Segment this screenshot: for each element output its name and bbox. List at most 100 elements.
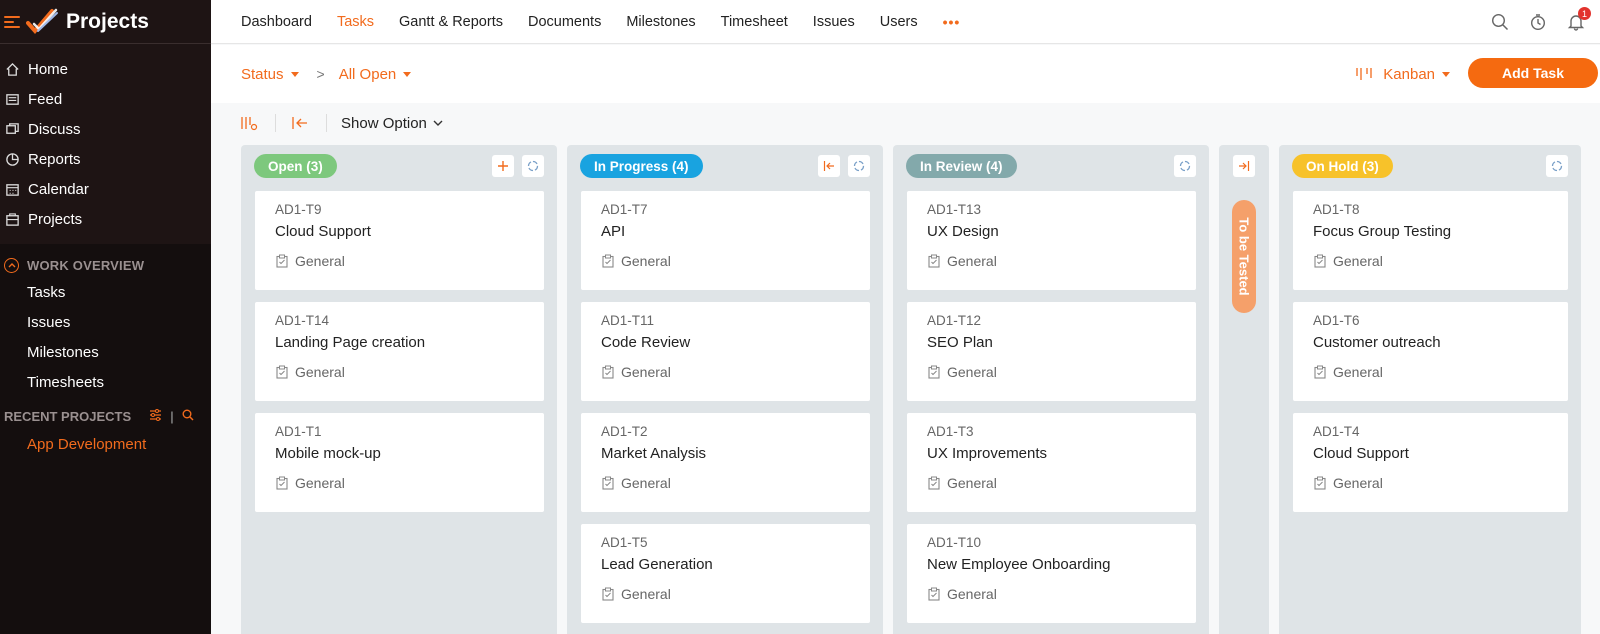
- task-card[interactable]: AD1-T14 Landing Page creation General: [255, 302, 544, 401]
- card-list: AD1-T9 Cloud Support General AD1-T14 Lan…: [241, 187, 557, 512]
- column-title-pill[interactable]: On Hold (3): [1292, 154, 1393, 178]
- tab-dashboard[interactable]: Dashboard: [241, 14, 312, 30]
- clipboard-icon: [275, 254, 289, 268]
- card-list: AD1-T8 Focus Group Testing General AD1-T…: [1279, 187, 1581, 512]
- tab-timesheet[interactable]: Timesheet: [721, 14, 788, 30]
- recent-tools: |: [149, 408, 194, 424]
- task-name[interactable]: Focus Group Testing: [1313, 223, 1548, 240]
- tab-documents[interactable]: Documents: [528, 14, 601, 30]
- collapse-column-icon[interactable]: [818, 155, 840, 177]
- task-tag-label: General: [1333, 253, 1383, 269]
- task-name[interactable]: Cloud Support: [275, 223, 524, 240]
- task-name[interactable]: Lead Generation: [601, 556, 850, 573]
- task-card[interactable]: AD1-T1 Mobile mock-up General: [255, 413, 544, 512]
- sidebar-item-milestones[interactable]: Milestones: [0, 337, 211, 367]
- task-name[interactable]: API: [601, 223, 850, 240]
- timer-icon[interactable]: [1528, 12, 1548, 32]
- task-name[interactable]: UX Design: [927, 223, 1176, 240]
- kanban-column-to-be-tested[interactable]: To be Tested: [1219, 145, 1269, 634]
- task-name[interactable]: SEO Plan: [927, 334, 1176, 351]
- board-toolbar: Show Option: [211, 103, 1600, 143]
- task-card[interactable]: AD1-T7 API General: [581, 191, 870, 290]
- sidebar-item-tasks[interactable]: Tasks: [0, 277, 211, 307]
- sidebar-item-reports[interactable]: Reports: [0, 144, 211, 174]
- task-id: AD1-T13: [927, 202, 982, 217]
- expand-column-icon[interactable]: [1233, 155, 1255, 177]
- column-settings-icon[interactable]: [239, 113, 259, 133]
- task-card[interactable]: AD1-T10 New Employee Onboarding General: [907, 524, 1196, 623]
- search-icon[interactable]: [182, 409, 194, 424]
- refresh-icon[interactable]: [1546, 155, 1568, 177]
- task-card[interactable]: AD1-T2 Market Analysis General: [581, 413, 870, 512]
- sidebar-item-timesheets[interactable]: Timesheets: [0, 367, 211, 397]
- sidebar-item-calendar[interactable]: Calendar: [0, 174, 211, 204]
- tab-milestones[interactable]: Milestones: [626, 14, 695, 30]
- status-filter-dropdown[interactable]: Status: [241, 66, 299, 83]
- status-filter-label: Status: [241, 65, 284, 83]
- task-name[interactable]: New Employee Onboarding: [927, 556, 1176, 573]
- task-name[interactable]: Market Analysis: [601, 445, 850, 462]
- task-name[interactable]: Customer outreach: [1313, 334, 1548, 351]
- clipboard-icon: [1313, 365, 1327, 379]
- notification-bell-icon[interactable]: 1: [1566, 7, 1591, 32]
- refresh-icon[interactable]: [1174, 155, 1196, 177]
- filter-sliders-icon[interactable]: [149, 408, 162, 424]
- clipboard-icon: [601, 254, 615, 268]
- sidebar-item-issues[interactable]: Issues: [0, 307, 211, 337]
- search-icon[interactable]: [1490, 12, 1510, 32]
- kanban-board: Open (3) AD1-T9 Cloud Support General AD…: [241, 145, 1591, 634]
- recent-project-item[interactable]: App Development: [0, 429, 211, 459]
- task-name[interactable]: Landing Page creation: [275, 334, 524, 351]
- sidebar-item-projects[interactable]: Projects: [0, 204, 211, 234]
- show-option-dropdown[interactable]: Show Option: [341, 115, 443, 132]
- column-title-pill[interactable]: Open (3): [254, 154, 337, 178]
- home-icon: [4, 61, 20, 77]
- task-card[interactable]: AD1-T11 Code Review General: [581, 302, 870, 401]
- column-title-pill[interactable]: In Progress (4): [580, 154, 703, 178]
- task-name[interactable]: Code Review: [601, 334, 850, 351]
- task-card[interactable]: AD1-T6 Customer outreach General: [1293, 302, 1568, 401]
- task-tag: General: [1313, 364, 1548, 380]
- collapse-all-icon[interactable]: [290, 113, 310, 133]
- tab-gantt-reports[interactable]: Gantt & Reports: [399, 14, 503, 30]
- add-task-button[interactable]: Add Task: [1468, 58, 1598, 88]
- sidebar-item-home[interactable]: Home: [0, 54, 211, 84]
- more-tabs-button[interactable]: •••: [943, 14, 961, 30]
- discuss-icon: [4, 121, 20, 137]
- sidebar-item-feed[interactable]: Feed: [0, 84, 211, 114]
- column-actions: [1174, 155, 1196, 177]
- column-title-pill[interactable]: In Review (4): [906, 154, 1017, 178]
- feed-icon: [4, 91, 20, 107]
- task-card[interactable]: AD1-T12 SEO Plan General: [907, 302, 1196, 401]
- card-list: AD1-T13 UX Design General AD1-T12 SEO Pl…: [893, 187, 1209, 623]
- view-mode-label: Kanban: [1383, 65, 1435, 83]
- tab-tasks[interactable]: Tasks: [337, 14, 374, 30]
- task-name[interactable]: Mobile mock-up: [275, 445, 524, 462]
- divider: |: [170, 408, 174, 424]
- column-title-pill[interactable]: To be Tested: [1232, 200, 1256, 313]
- add-icon[interactable]: [492, 155, 514, 177]
- divider: [326, 114, 327, 132]
- sidebar-item-discuss[interactable]: Discuss: [0, 114, 211, 144]
- task-card[interactable]: AD1-T5 Lead Generation General: [581, 524, 870, 623]
- task-name[interactable]: UX Improvements: [927, 445, 1176, 462]
- sidebar-item-label: Feed: [28, 90, 63, 108]
- hamburger-menu-icon[interactable]: [4, 15, 20, 29]
- task-card[interactable]: AD1-T3 UX Improvements General: [907, 413, 1196, 512]
- work-overview-header[interactable]: WORK OVERVIEW: [0, 253, 211, 277]
- task-card[interactable]: AD1-T9 Cloud Support General: [255, 191, 544, 290]
- view-filter-dropdown[interactable]: All Open: [339, 66, 412, 83]
- view-mode-dropdown[interactable]: Kanban: [1355, 66, 1450, 83]
- task-tag: General: [601, 364, 850, 380]
- refresh-icon[interactable]: [522, 155, 544, 177]
- sidebar: Projects Home Feed Discuss Reports Calen…: [0, 0, 211, 634]
- task-card[interactable]: AD1-T8 Focus Group Testing General: [1293, 191, 1568, 290]
- task-tag-label: General: [1333, 364, 1383, 380]
- tab-issues[interactable]: Issues: [813, 14, 855, 30]
- task-card[interactable]: AD1-T4 Cloud Support General: [1293, 413, 1568, 512]
- tab-users[interactable]: Users: [880, 14, 918, 30]
- chevron-down-icon: [433, 120, 443, 127]
- refresh-icon[interactable]: [848, 155, 870, 177]
- task-card[interactable]: AD1-T13 UX Design General: [907, 191, 1196, 290]
- task-name[interactable]: Cloud Support: [1313, 445, 1548, 462]
